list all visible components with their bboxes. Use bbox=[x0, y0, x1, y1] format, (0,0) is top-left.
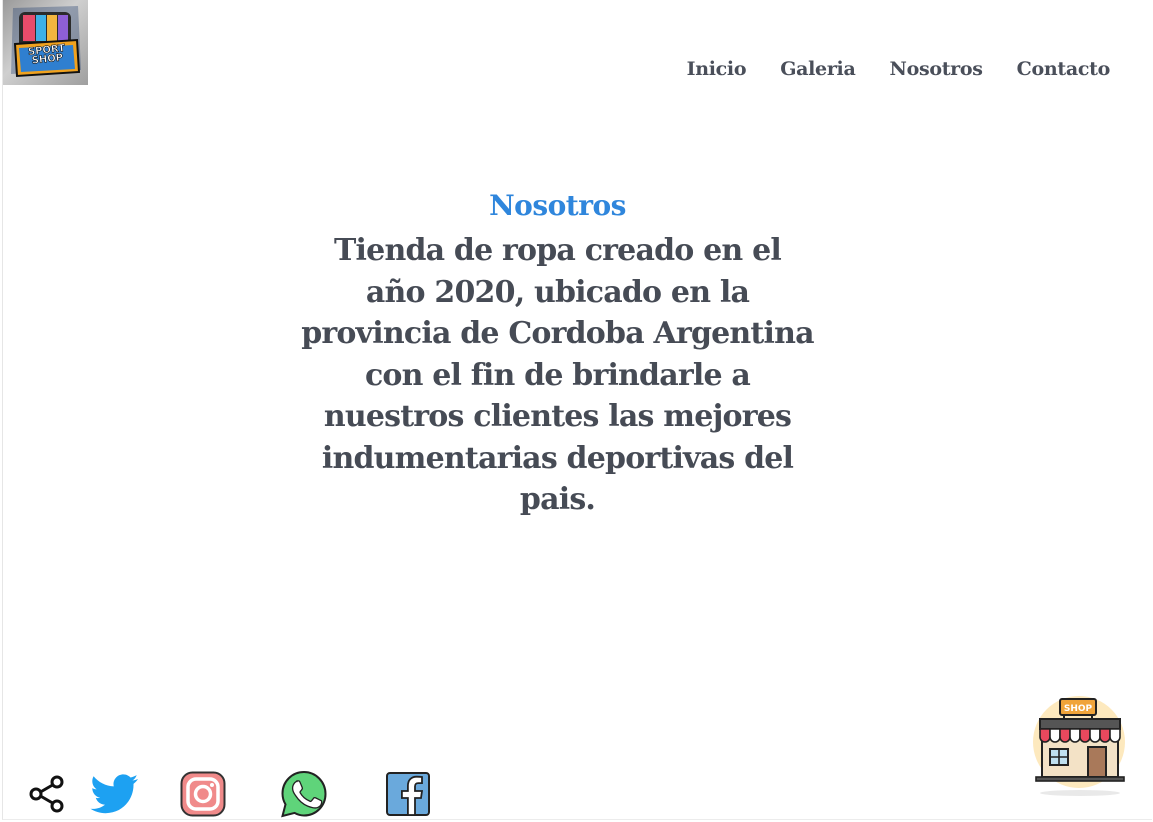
nav-item-contacto[interactable]: Contacto bbox=[1017, 58, 1111, 80]
nav-item-inicio[interactable]: Inicio bbox=[687, 58, 747, 80]
main-nav: Inicio Galeria Nosotros Contacto bbox=[653, 58, 1111, 80]
sport-shop-logo[interactable]: SPORT SHOP bbox=[3, 0, 88, 85]
about-description: Tienda de ropa creado en el año 2020, ub… bbox=[301, 233, 814, 517]
shop-sign-text: SHOP bbox=[1064, 704, 1093, 714]
nav-item-galeria[interactable]: Galeria bbox=[780, 58, 856, 80]
share-icon[interactable] bbox=[28, 775, 66, 817]
whatsapp-icon[interactable] bbox=[279, 769, 329, 822]
social-bar bbox=[0, 765, 460, 821]
instagram-icon[interactable] bbox=[180, 771, 226, 821]
nav-item-nosotros[interactable]: Nosotros bbox=[890, 58, 983, 80]
shop-store-icon[interactable]: SHOP bbox=[1030, 693, 1126, 798]
facebook-icon[interactable] bbox=[385, 771, 431, 821]
twitter-icon[interactable] bbox=[90, 773, 140, 821]
section-title: Nosotros bbox=[489, 189, 626, 223]
